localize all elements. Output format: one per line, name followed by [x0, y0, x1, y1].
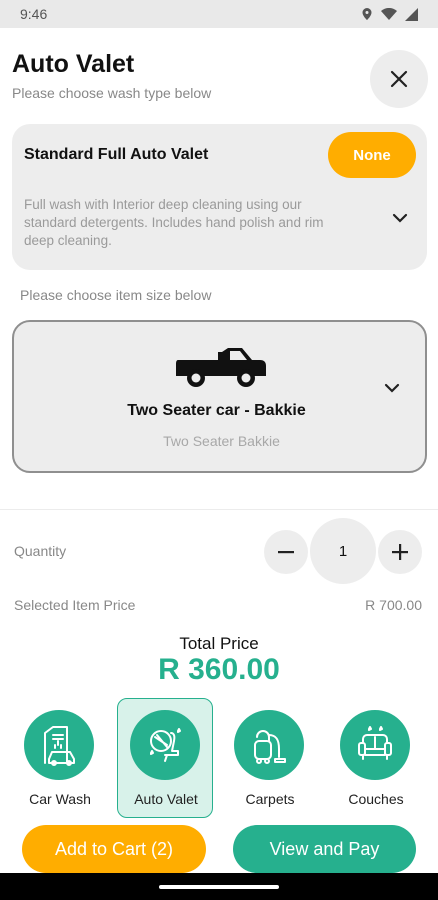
- close-button[interactable]: [370, 50, 428, 108]
- item-size-title: Two Seater car - Bakkie: [14, 402, 429, 420]
- service-couches[interactable]: Couches: [328, 698, 424, 818]
- wash-type-description: Full wash with Interior deep cleaning us…: [24, 197, 324, 248]
- chevron-down-icon[interactable]: [392, 212, 408, 224]
- couch-icon: [340, 710, 410, 780]
- signal-icon: [405, 7, 418, 21]
- status-time: 9:46: [20, 6, 48, 22]
- service-label: Car Wash: [29, 791, 91, 807]
- vacuum-cleaner-icon: [234, 710, 304, 780]
- item-size-card[interactable]: Two Seater car - Bakkie Two Seater Bakki…: [12, 320, 427, 473]
- quantity-value: 1: [310, 518, 376, 584]
- page-subtitle: Please choose wash type below: [12, 85, 212, 101]
- car-wash-icon: [24, 710, 94, 780]
- service-auto-valet[interactable]: Auto Valet: [117, 698, 213, 818]
- selected-price-label: Selected Item Price: [14, 597, 136, 613]
- add-to-cart-button[interactable]: Add to Cart (2): [22, 825, 206, 873]
- wash-type-card[interactable]: Standard Full Auto Valet None Full wash …: [12, 124, 427, 270]
- quantity-increase-button[interactable]: [378, 530, 422, 574]
- minus-icon: [278, 551, 294, 554]
- quantity-label: Quantity: [14, 543, 67, 559]
- wash-type-title: Standard Full Auto Valet: [24, 146, 209, 163]
- pickup-truck-icon: [176, 348, 266, 387]
- service-label: Couches: [348, 791, 404, 807]
- divider: [0, 509, 438, 510]
- header: Auto Valet Please choose wash type below: [12, 50, 211, 101]
- close-icon: [390, 70, 408, 88]
- item-size-subtitle: Two Seater Bakkie: [163, 433, 280, 449]
- home-indicator[interactable]: [159, 885, 279, 889]
- location-icon: [362, 8, 372, 20]
- service-label: Carpets: [245, 791, 295, 807]
- service-selector: Car Wash Auto Valet Carpets Couches: [0, 698, 438, 820]
- quantity-decrease-button[interactable]: [264, 530, 308, 574]
- plus-icon: [392, 544, 408, 560]
- view-and-pay-button[interactable]: View and Pay: [233, 825, 416, 873]
- service-carpets[interactable]: Carpets: [222, 698, 318, 818]
- selected-price-value: R 700.00: [365, 597, 422, 613]
- status-bar: 9:46: [0, 0, 438, 28]
- service-label: Auto Valet: [134, 791, 198, 807]
- system-nav-bar: [0, 873, 438, 900]
- status-icons: [361, 7, 418, 21]
- size-prompt: Please choose item size below: [20, 287, 212, 303]
- chevron-down-icon[interactable]: [384, 382, 400, 394]
- page-title: Auto Valet: [12, 50, 135, 78]
- car-seat-icon: [130, 710, 200, 780]
- item-size-title-text: Two Seater car - Bakkie: [127, 402, 306, 419]
- service-car-wash[interactable]: Car Wash: [12, 698, 108, 818]
- wash-type-selector-button[interactable]: None: [328, 132, 416, 178]
- wifi-icon: [381, 7, 397, 20]
- total-price-label: Total Price: [179, 634, 259, 653]
- total-price-value: R 360.00: [158, 653, 280, 686]
